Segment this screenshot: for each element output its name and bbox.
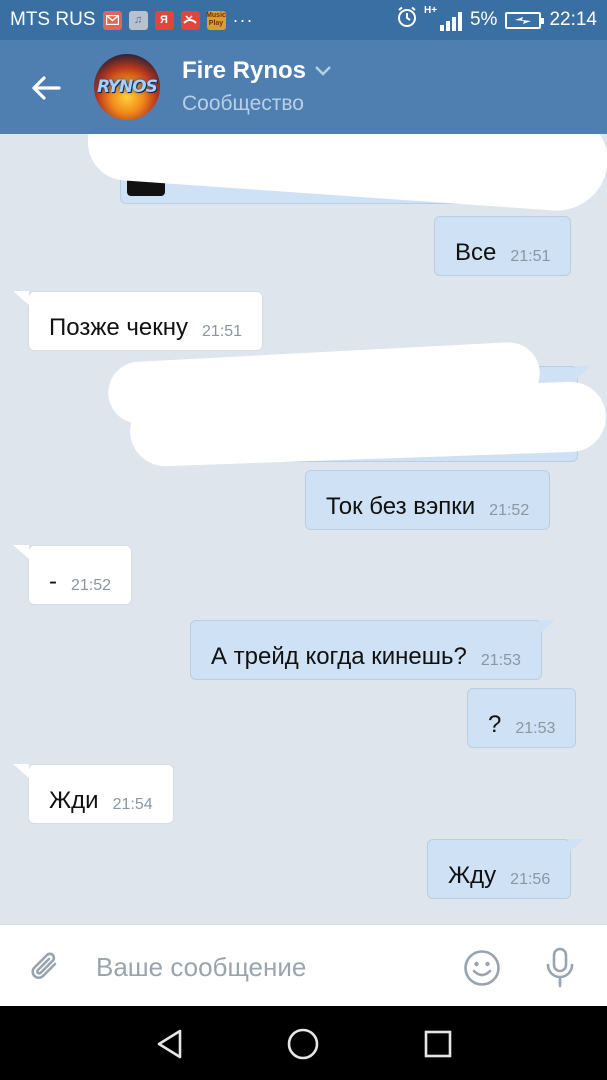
paperclip-icon [31,952,57,979]
message-list[interactable]: Все 21:51 Позже чекну 21:51 Ток без вэпк… [0,134,607,924]
smiley-icon [464,950,500,986]
alarm-icon [396,6,418,34]
message-text: Ток без вэпки [326,493,476,520]
message-bubble-outgoing[interactable]: Жду 21:56 [427,839,585,899]
more-notifications-icon: ··· [232,9,254,30]
clock: 22:14 [549,9,597,30]
emoji-button[interactable] [461,947,503,989]
network-type-label: H+ [423,5,438,16]
avatar[interactable]: RYNOS [94,54,160,120]
battery-percent: 5% [469,9,498,30]
music-notification-icon: ♫ [128,10,148,30]
message-bubble-incoming[interactable]: - 21:52 [13,545,133,605]
chat-title-text: Fire Rynos [182,57,307,84]
voice-message-button[interactable] [540,945,580,991]
message-text: - [49,568,57,595]
message-time: 21:51 [510,248,551,265]
chat-header: RYNOS Fire Rynos Сообщество [0,40,607,134]
message-text: Все [455,239,497,266]
message-text: А трейд когда кинешь? [211,643,467,670]
bubble-tail [538,620,555,634]
bubble-tail [13,291,29,305]
yandex-notification-icon: Я [154,10,174,30]
music-play-line1: Music [206,12,226,19]
circle-home-icon [287,1028,319,1060]
message-text: Жди [49,787,99,814]
missed-call-icon [180,10,200,30]
arrow-left-icon [32,76,61,100]
microphone-icon [546,947,574,988]
message-text: ? [488,711,502,738]
back-button[interactable] [26,68,66,108]
nav-back-button[interactable] [152,1026,188,1062]
message-text: Позже чекну [49,314,189,341]
avatar-logo-text: RYNOS [97,77,158,97]
triangle-back-icon [157,1029,182,1059]
message-composer [0,924,607,1006]
status-bar: MTS RUS ♫ Я Music Play ··· H+ 5% 22:14 [0,0,607,40]
chat-subtitle: Сообщество [182,92,304,115]
message-time: 21:54 [112,796,153,813]
nav-home-button[interactable] [285,1026,321,1062]
status-left: MTS RUS ♫ Я Music Play ··· [10,9,253,31]
message-text: Жду [448,862,497,889]
battery-charging-icon [505,11,545,29]
carrier-label: MTS RUS [10,9,96,30]
bubble-tail [13,764,29,778]
signal-icon: H+ [424,5,462,31]
bubble-tail [568,839,585,853]
music-play-line2: Play [208,20,224,27]
message-bubble-outgoing[interactable]: Ток без вэпки 21:52 [305,470,551,530]
chevron-down-icon [315,66,331,76]
message-time: 21:56 [510,871,551,888]
message-input[interactable] [84,945,444,989]
message-time: 21:52 [489,502,530,519]
message-time: 21:51 [202,323,243,340]
message-bubble-incoming[interactable]: Позже чекну 21:51 [13,291,264,351]
message-time: 21:53 [515,720,556,737]
message-time: 21:52 [71,577,112,594]
nav-recents-button[interactable] [420,1026,456,1062]
bubble-tail [13,545,29,559]
message-bubble-outgoing[interactable]: ? 21:53 [467,688,577,748]
square-recents-icon [424,1030,452,1058]
mail-notification-icon [102,10,122,30]
message-time: 21:53 [480,652,521,669]
chat-title[interactable]: Fire Rynos [182,57,332,85]
message-bubble-outgoing[interactable]: А трейд когда кинешь? 21:53 [190,620,555,680]
music-play-notification-icon: Music Play [206,10,226,30]
bubble-tail [575,366,591,380]
message-bubble-outgoing[interactable]: Все 21:51 [434,216,572,276]
status-right: H+ 5% 22:14 [396,5,597,34]
message-bubble-incoming[interactable]: Жди 21:54 [13,764,174,824]
attach-button[interactable] [26,947,66,987]
system-navigation-bar [0,1006,607,1080]
